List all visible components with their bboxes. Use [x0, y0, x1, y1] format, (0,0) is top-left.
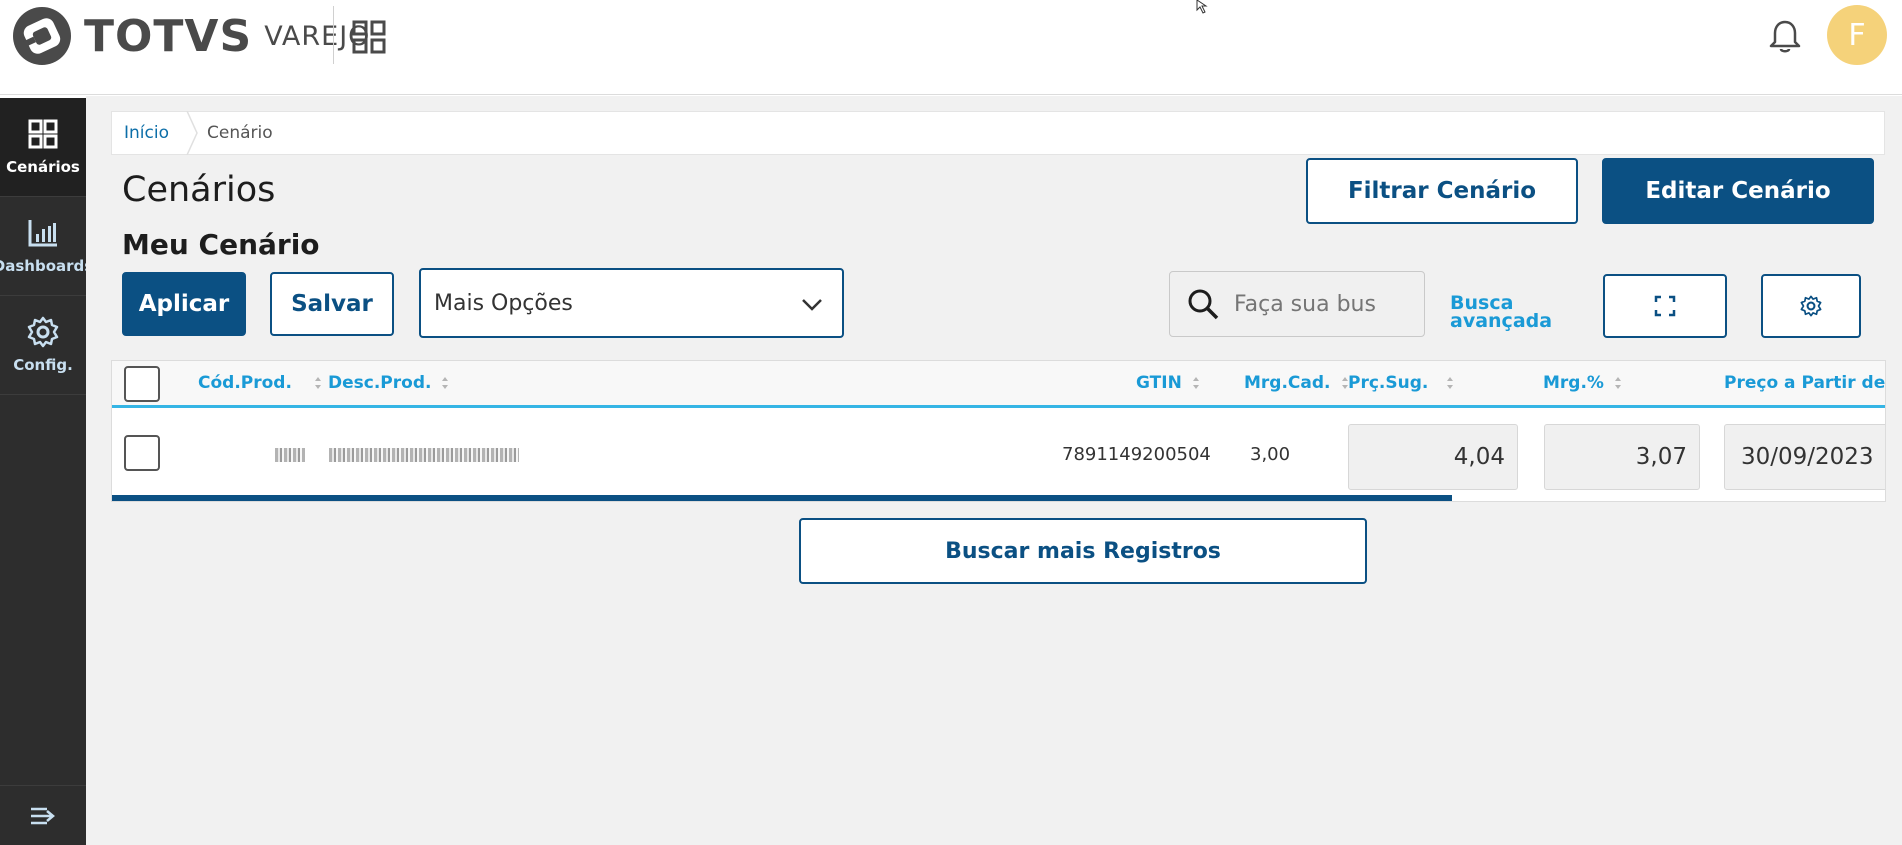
table-row: 7891149200504 3,00 4,04 3,07 30/09/2023 — [112, 411, 1885, 497]
sort-icon — [1614, 377, 1621, 389]
main-content: Início Cenário Cenários Meu Cenário Filt… — [86, 96, 1902, 845]
column-header-label: Mrg.Cad. — [1244, 373, 1331, 393]
cod-prod-redacted — [275, 448, 305, 462]
totvs-logo[interactable]: TOTVS VAREJO — [12, 6, 370, 66]
save-button[interactable]: Salvar — [270, 272, 394, 336]
products-table: Cód.Prod. Desc.Prod. GTIN Mrg.Cad. Prç.S… — [111, 360, 1886, 502]
column-header-label: Mrg.% — [1543, 373, 1604, 393]
fullscreen-icon — [1654, 295, 1676, 317]
search-icon — [1188, 289, 1219, 320]
sidebar-item-label: Cenários — [6, 158, 80, 176]
column-header-cod-prod[interactable]: Cód.Prod. — [198, 373, 322, 393]
breadcrumb-separator-icon — [186, 111, 198, 155]
bar-chart-icon — [28, 220, 57, 247]
search-input[interactable] — [1234, 291, 1384, 317]
sort-icon — [314, 377, 321, 389]
filter-scenario-button[interactable]: Filtrar Cenário — [1306, 158, 1578, 224]
sidebar-item-label: Dashboards — [0, 257, 94, 275]
breadcrumb: Início Cenário — [111, 111, 1885, 155]
column-header-label: Cód.Prod. — [198, 373, 292, 393]
breadcrumb-current: Cenário — [206, 123, 273, 143]
more-options-select[interactable]: Mais Opções — [419, 268, 844, 338]
column-header-label: Preço a Partir de — [1724, 373, 1886, 393]
chevron-down-icon — [802, 299, 822, 311]
header-divider — [333, 6, 334, 64]
gear-icon — [1800, 295, 1822, 317]
column-header-prc-sug[interactable]: Prç.Sug. — [1348, 373, 1454, 393]
gear-icon — [27, 316, 59, 348]
section-title: Meu Cenário — [122, 228, 320, 261]
search-field[interactable] — [1169, 271, 1425, 337]
column-header-label: Prç.Sug. — [1348, 373, 1429, 393]
cell-gtin: 7891149200504 — [1062, 444, 1211, 465]
cell-mrg-pct-input[interactable]: 3,07 — [1544, 424, 1700, 490]
sidebar-collapse-button[interactable] — [0, 785, 86, 845]
menu-collapse-icon — [31, 807, 55, 824]
cell-mrg-cad: 3,00 — [1250, 444, 1291, 465]
sort-icon — [442, 377, 449, 389]
apply-button[interactable]: Aplicar — [122, 272, 246, 336]
sidebar-item-config[interactable]: Config. — [0, 296, 86, 395]
table-settings-button[interactable] — [1761, 274, 1861, 338]
top-header: TOTVS VAREJO F — [0, 0, 1902, 95]
load-more-button[interactable]: Buscar mais Registros — [799, 518, 1367, 584]
select-all-checkbox[interactable] — [124, 366, 160, 402]
breadcrumb-home-link[interactable]: Início — [112, 123, 185, 143]
grid-icon — [28, 119, 58, 149]
column-header-preco-a-partir[interactable]: Preço a Partir de — [1724, 373, 1885, 393]
select-value: Mais Opções — [434, 290, 573, 316]
column-header-mrg-cad[interactable]: Mrg.Cad. — [1244, 373, 1349, 393]
sidebar-item-label: Config. — [13, 356, 73, 374]
mouse-cursor-icon — [1196, 0, 1208, 14]
column-header-label: GTIN — [1136, 373, 1182, 393]
desc-prod-redacted — [329, 448, 519, 462]
column-header-gtin[interactable]: GTIN — [1136, 373, 1200, 393]
row-checkbox[interactable] — [124, 435, 160, 471]
brand-name: TOTVS — [84, 10, 253, 62]
advanced-search-link[interactable]: Busca avançada — [1450, 294, 1560, 331]
horizontal-scrollbar[interactable] — [112, 495, 1452, 501]
notification-bell-icon[interactable] — [1768, 18, 1802, 54]
sidebar: Cenários Dashboards Config. — [0, 98, 93, 845]
fullscreen-button[interactable] — [1603, 274, 1727, 338]
column-header-mrg-pct[interactable]: Mrg.% — [1543, 373, 1622, 393]
totvs-logo-icon — [13, 7, 71, 65]
column-header-label: Desc.Prod. — [328, 373, 432, 393]
user-avatar[interactable]: F — [1827, 5, 1887, 65]
sort-icon — [1447, 377, 1454, 389]
sidebar-item-cenarios[interactable]: Cenários — [0, 98, 86, 197]
cell-prc-sug-input[interactable]: 4,04 — [1348, 424, 1518, 490]
apps-grid-icon[interactable] — [352, 20, 386, 54]
column-header-desc-prod[interactable]: Desc.Prod. — [328, 373, 449, 393]
cell-preco-a-partir-input[interactable]: 30/09/2023 — [1724, 424, 1885, 490]
table-header: Cód.Prod. Desc.Prod. GTIN Mrg.Cad. Prç.S… — [112, 361, 1885, 408]
sidebar-item-dashboards[interactable]: Dashboards — [0, 197, 93, 296]
edit-scenario-button[interactable]: Editar Cenário — [1602, 158, 1874, 224]
sort-icon — [1192, 377, 1199, 389]
page-title: Cenários — [122, 170, 276, 210]
